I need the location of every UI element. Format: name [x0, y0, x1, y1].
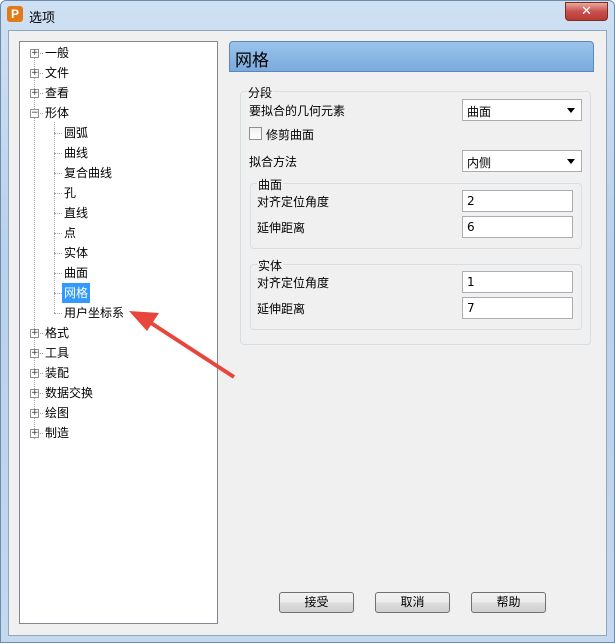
- annotation-arrow-head: [129, 311, 159, 331]
- options-dialog: P 选项 ✕ + 一般 + 文件 + 查看 − 形体 圆弧 曲线 复合曲线孔直线点实体 曲面 网格 用户坐…: [0, 0, 615, 643]
- annotation-arrow: [129, 311, 236, 379]
- annotation-arrow-shaft: [149, 321, 236, 379]
